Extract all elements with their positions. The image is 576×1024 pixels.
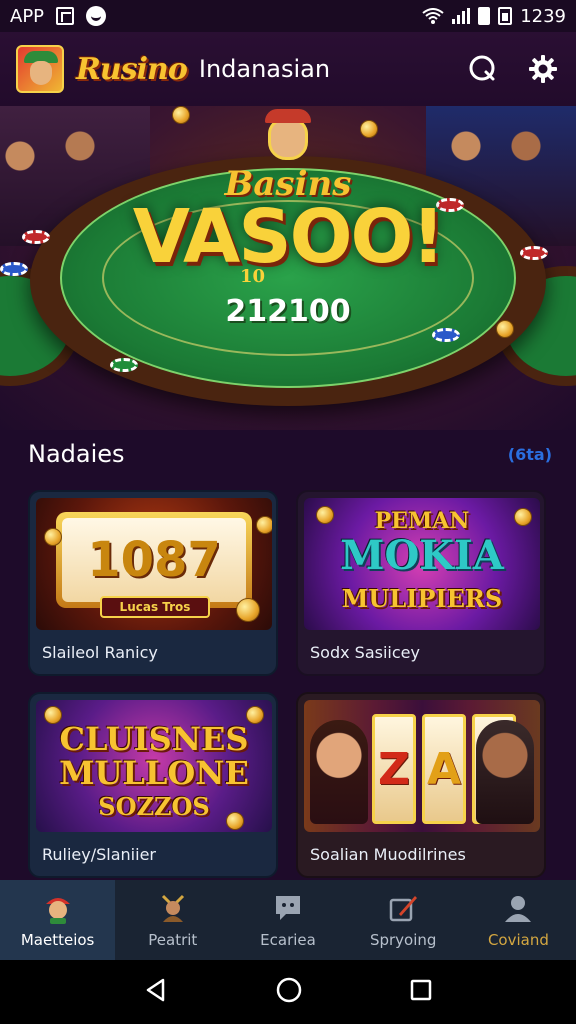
slot-reel: A xyxy=(422,714,466,824)
screenshot-icon xyxy=(56,7,75,25)
slot-plate: Lucas Tros xyxy=(100,596,210,618)
section-header: Nadaies (6ta) xyxy=(28,440,552,468)
jester-avatar-icon xyxy=(41,891,75,925)
character-portrait-right xyxy=(476,720,534,824)
game-card[interactable]: PEMAN MOKIA MULIPIERS Sodx Sasiicey xyxy=(296,490,546,676)
signal-icon xyxy=(452,8,471,24)
home-circle-icon xyxy=(276,977,302,1003)
hero-banner[interactable]: Basins VASOO! 10 212100 xyxy=(0,106,576,430)
app-bar: Rusino Indanasian xyxy=(0,32,576,106)
banner-small-text: 10 xyxy=(240,266,266,287)
app-logo[interactable] xyxy=(16,45,64,93)
banner-amount: 212100 xyxy=(225,294,351,329)
mascot-icon xyxy=(265,109,311,160)
coin-icon xyxy=(44,706,62,724)
system-navigation-bar xyxy=(0,960,576,1024)
app-title: Indanasian xyxy=(198,55,331,83)
section-title: Nadaies xyxy=(28,440,125,468)
game-card-title: Sodx Sasiicey xyxy=(310,643,420,662)
slot-window: 1087 xyxy=(62,518,246,602)
art-line-1: PEMAN xyxy=(374,508,470,534)
nav-label: Coviand xyxy=(487,931,549,949)
gear-icon xyxy=(529,55,557,83)
nav-item-coviand[interactable]: Coviand xyxy=(461,880,576,960)
slot-machine-frame: 1087 xyxy=(56,512,252,608)
game-card[interactable]: Z A 7 Soalian Muodilrines xyxy=(296,692,546,878)
game-card[interactable]: CLUISNES MULLONE SOZZOS Ruliey/Slaniier xyxy=(28,692,278,878)
nav-item-ecariea[interactable]: Ecariea xyxy=(230,880,345,960)
game-card-art: PEMAN MOKIA MULIPIERS xyxy=(304,498,540,630)
art-line-3: MULIPIERS xyxy=(341,584,503,613)
status-time: 1239 xyxy=(520,5,566,27)
game-card-title: Slaileol Ranicy xyxy=(42,643,158,662)
nav-item-maetteios[interactable]: Maetteios xyxy=(0,880,116,960)
coin-icon xyxy=(514,508,532,526)
game-card[interactable]: 1087 Lucas Tros Slaileol Ranicy xyxy=(28,490,278,676)
game-card-title: Ruliey/Slaniier xyxy=(42,845,156,864)
coin-icon xyxy=(256,516,272,534)
back-triangle-icon xyxy=(146,978,165,1002)
coin-icon xyxy=(172,106,190,124)
character-portrait-left xyxy=(310,720,368,824)
sim-icon xyxy=(478,7,491,25)
slot-number: 1087 xyxy=(87,532,221,588)
coin-icon xyxy=(226,812,244,830)
edit-icon xyxy=(386,891,420,925)
home-button[interactable] xyxy=(275,976,303,1008)
art-line-1: CLUISNES xyxy=(59,720,249,758)
nav-item-peatrit[interactable]: Peatrit xyxy=(115,880,230,960)
nav-item-spryoing[interactable]: Spryoing xyxy=(346,880,461,960)
battery-icon xyxy=(498,7,513,25)
nav-label: Peatrit xyxy=(148,931,198,949)
nav-label: Maetteios xyxy=(20,931,95,949)
game-card-art: CLUISNES MULLONE SOZZOS xyxy=(36,700,272,832)
coin-icon xyxy=(316,506,334,524)
coin-icon xyxy=(236,598,260,622)
coin-icon xyxy=(360,120,378,138)
recents-square-icon xyxy=(410,979,432,1001)
warrior-icon xyxy=(156,891,190,925)
banner-headline: VASOO! xyxy=(132,194,445,280)
search-icon xyxy=(469,55,495,81)
chip-icon xyxy=(432,328,460,342)
art-line-2: MULLONE xyxy=(59,754,249,792)
game-card-art: 1087 Lucas Tros xyxy=(36,498,272,630)
nav-label: Ecariea xyxy=(260,931,316,949)
search-button[interactable] xyxy=(466,52,500,86)
notification-icon xyxy=(86,6,107,26)
see-all-link[interactable]: (6ta) xyxy=(508,445,552,464)
game-card-art: Z A 7 xyxy=(304,700,540,832)
nav-label: Spryoing xyxy=(369,931,437,949)
coin-icon xyxy=(44,528,62,546)
chip-icon xyxy=(110,358,138,372)
recents-button[interactable] xyxy=(409,978,433,1006)
wifi-icon xyxy=(422,8,444,24)
art-line-2: MOKIA xyxy=(340,532,504,579)
logo-face xyxy=(30,61,52,85)
coin-icon xyxy=(246,706,264,724)
slot-reel: Z xyxy=(372,714,416,824)
game-card-title: Soalian Muodilrines xyxy=(310,845,466,864)
bottom-navigation: Maetteios Peatrit Ecariea Spryoing Covia… xyxy=(0,880,576,960)
brand-wordmark: Rusino xyxy=(76,51,188,87)
status-bar: APP 1239 xyxy=(0,0,576,32)
profile-icon xyxy=(501,891,535,925)
settings-button[interactable] xyxy=(526,52,560,86)
back-button[interactable] xyxy=(143,977,169,1007)
status-app-label: APP xyxy=(10,5,45,27)
chat-bubble-icon xyxy=(271,891,305,925)
